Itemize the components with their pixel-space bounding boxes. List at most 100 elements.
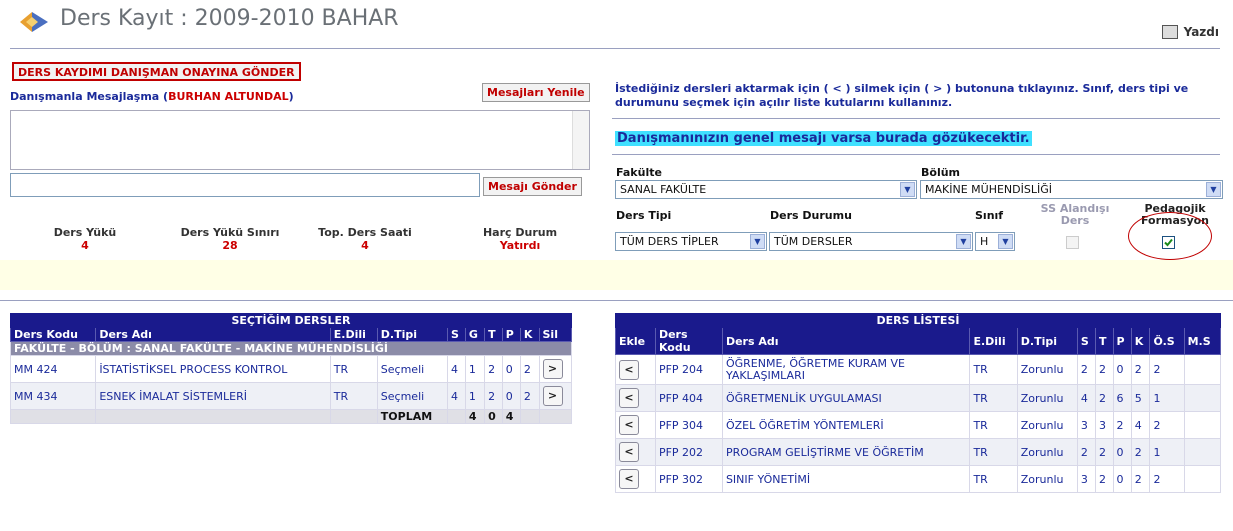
class-select[interactable]: H ▼ [975, 232, 1015, 251]
message-input[interactable] [10, 173, 480, 197]
ss-out-of-field-checkbox[interactable] [1066, 236, 1079, 249]
add-course-button[interactable]: < [619, 442, 639, 462]
col-t: T [1094, 327, 1114, 355]
course-ms [1183, 384, 1222, 412]
course-k: 2 [1130, 438, 1151, 466]
fee-status-label: Harç Durum [482, 226, 558, 239]
section-divider [0, 300, 1233, 301]
department-select[interactable]: MAKİNE MÜHENDİSLİĞİ ▼ [920, 180, 1223, 199]
col-add: Ekle [615, 327, 656, 355]
col-delete: Sil [538, 327, 572, 342]
total-p: 0 [484, 409, 503, 424]
course-ms [1183, 354, 1222, 385]
course-os: 2 [1149, 411, 1185, 439]
course-g: 1 [464, 382, 486, 410]
course-t: 2 [1094, 384, 1114, 412]
course-code: MM 424 [9, 355, 97, 383]
pedagogical-formation-checkbox[interactable] [1162, 236, 1175, 249]
chevron-down-icon: ▼ [956, 234, 971, 249]
messages-textarea[interactable] [10, 110, 590, 170]
faculty-select[interactable]: SANAL FAKÜLTE ▼ [615, 180, 917, 199]
course-code: PFP 404 [654, 384, 723, 412]
col-course-code: Ders Kodu [654, 327, 723, 355]
course-p: 0 [1112, 465, 1132, 493]
course-p: 0 [501, 355, 521, 383]
header-divider [10, 48, 1220, 49]
print-button[interactable]: Yazdı [1161, 25, 1219, 39]
course-k: 2 [519, 355, 540, 383]
course-type-select[interactable]: TÜM DERS TİPLER ▼ [615, 232, 767, 251]
info-bar [0, 260, 1233, 290]
col-k: K [519, 327, 540, 342]
print-label: Yazdı [1183, 25, 1219, 39]
course-t: 3 [1094, 411, 1114, 439]
course-type: Zorunlu [1016, 465, 1078, 493]
col-g: G [464, 327, 486, 342]
col-k: K [1130, 327, 1151, 355]
course-code: MM 434 [9, 382, 97, 410]
col-course-name: Ders Adı [721, 327, 971, 355]
course-language: TR [969, 438, 1018, 466]
course-name-line2: YAKLAŞIMLARI [725, 368, 805, 382]
course-s: 4 [1076, 384, 1096, 412]
send-to-advisor-button[interactable]: DERS KAYDIMI DANIŞMAN ONAYINA GÖNDER [12, 62, 301, 81]
course-code: PFP 302 [654, 465, 723, 493]
total-hours-label: Top. Ders Saati [318, 226, 412, 239]
faculty-department-group: FAKÜLTE - BÖLÜM : SANAL FAKÜLTE - MAKİNE… [10, 341, 572, 356]
course-load-value: 4 [81, 239, 89, 252]
col-t: T [484, 327, 503, 342]
remove-course-button[interactable]: > [542, 386, 563, 406]
selected-courses-caption: SEÇTİĞİM DERSLER [10, 313, 572, 328]
course-name: SINIF YÖNETİMİ [721, 465, 971, 493]
course-k: 2 [1130, 465, 1151, 493]
course-name: ESNEK İMALAT SİSTEMLERİ [95, 382, 331, 410]
course-name: PROGRAM GELİŞTİRME VE ÖĞRETİM [721, 438, 971, 466]
col-os: Ö.S [1149, 327, 1185, 355]
col-course-type: D.Tipi [376, 327, 448, 342]
course-os: 1 [1149, 384, 1185, 412]
course-os: 2 [1149, 354, 1185, 385]
add-course-button[interactable]: < [619, 415, 639, 435]
messages-scrollbar[interactable] [572, 111, 589, 169]
total-hours-stat: Top. Ders Saati 4 [300, 226, 430, 252]
add-course-button[interactable]: < [619, 388, 639, 408]
course-language: TR [969, 354, 1018, 385]
remove-course-button[interactable]: > [542, 359, 563, 379]
course-s: 3 [1076, 465, 1096, 493]
course-language: TR [969, 465, 1018, 493]
course-language: TR [329, 382, 378, 410]
course-t: 2 [484, 355, 503, 383]
course-code: PFP 204 [654, 354, 723, 385]
course-status-select[interactable]: TÜM DERSLER ▼ [769, 232, 973, 251]
course-registration-logo-icon [20, 12, 48, 32]
course-list-table: DERS LİSTESİ Ekle Ders Kodu Ders Adı E.D… [615, 313, 1222, 493]
table-row: MM 424 İSTATİSTİKSEL PROCESS KONTROL TR … [9, 355, 572, 383]
course-status-select-value: TÜM DERSLER [774, 235, 853, 248]
course-load-limit-value: 28 [222, 239, 238, 252]
refresh-messages-button[interactable]: Mesajları Yenile [482, 83, 590, 102]
course-ms [1183, 438, 1222, 466]
add-course-button[interactable]: < [619, 469, 639, 489]
add-course-button[interactable]: < [619, 359, 639, 380]
course-k: 2 [1130, 354, 1151, 385]
course-ms [1183, 411, 1222, 439]
chevron-down-icon: ▼ [1206, 182, 1221, 197]
course-type: Zorunlu [1016, 438, 1078, 466]
total-row: TOPLAM 4 0 4 [9, 409, 572, 424]
col-p: P [1112, 327, 1132, 355]
col-course-name: Ders Adı [95, 327, 331, 342]
course-type: Seçmeli [376, 382, 448, 410]
course-name: ÖZEL ÖĞRETİM YÖNTEMLERİ [721, 411, 971, 439]
advisor-messaging-label: Danışmanla Mesajlaşma (BURHAN ALTUNDAL) [10, 90, 294, 103]
total-k: 4 [501, 409, 521, 424]
send-message-button[interactable]: Mesajı Gönder [483, 177, 582, 196]
course-t: 2 [1094, 354, 1114, 385]
table-row: < PFP 204 ÖĞRENME, ÖĞRETME KURAM VE YAKLA… [615, 354, 1222, 385]
selected-courses-panel: SEÇTİĞİM DERSLER Ders Kodu Ders Adı E.Di… [9, 313, 572, 424]
course-name-line1: ÖĞRENME, ÖĞRETME KURAM VE [725, 356, 905, 370]
course-load-limit-label: Ders Yükü Sınırı [180, 226, 280, 239]
col-s: S [446, 327, 466, 342]
advisor-name: BURHAN ALTUNDAL [168, 90, 289, 103]
course-language: TR [969, 384, 1018, 412]
class-select-value: H [980, 235, 989, 248]
